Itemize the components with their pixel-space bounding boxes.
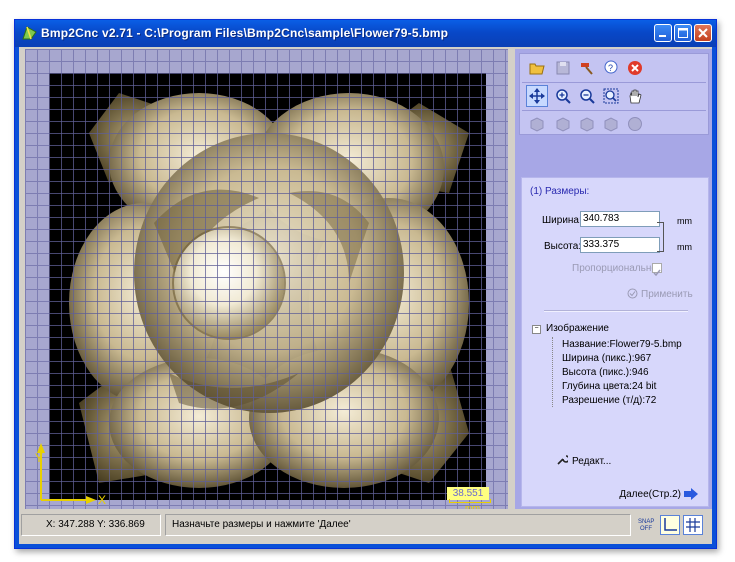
view4-button[interactable] [600, 113, 622, 135]
view3-button[interactable] [576, 113, 598, 135]
arrow-right-icon [684, 488, 698, 500]
open-button[interactable] [526, 57, 548, 79]
scale-unit: mm [465, 503, 480, 509]
edit-label: Редакт... [572, 456, 612, 467]
tree-connector [552, 337, 554, 407]
snap-toggle[interactable]: SNAP OFF [637, 515, 657, 535]
width-field[interactable]: 340.783 [580, 211, 660, 227]
close-red-icon [628, 61, 642, 75]
axes-icon [664, 518, 677, 531]
toolbar-divider [522, 82, 706, 83]
close-icon [698, 28, 708, 38]
toolbar-divider [522, 110, 706, 111]
hammer-icon [581, 63, 593, 75]
cube-view3-icon [580, 117, 594, 132]
pan-hand-icon [629, 89, 642, 104]
window-frame-bottom [15, 544, 716, 548]
minimize-icon [659, 35, 666, 37]
svg-text:?: ? [608, 63, 613, 73]
axis-x-label: X [98, 493, 107, 507]
next-button[interactable]: Далее(Стр.2) [619, 488, 698, 500]
tree-item-resolution: Разрешение (т/д):72 [562, 395, 657, 406]
tools-button[interactable] [576, 57, 598, 79]
maximize-button[interactable] [674, 24, 692, 42]
section-title: (1) Размеры: [530, 186, 590, 197]
grid-toggle[interactable] [683, 515, 703, 535]
save-icon [556, 61, 570, 75]
sphere-icon [628, 117, 642, 131]
save-button[interactable] [552, 57, 574, 79]
toolbar: ? [519, 53, 709, 135]
cube-view4-icon [604, 117, 618, 132]
app-window: Bmp2Cnc v2.71 - C:\Program Files\Bmp2Cnc… [14, 19, 717, 549]
window-frame-right [712, 47, 716, 548]
tree-root[interactable]: − Изображение [532, 323, 609, 334]
image-canvas[interactable]: Y X 38.551 mm [25, 49, 508, 509]
properties-panel: (1) Размеры: Ширина: 340.783 mm Высота: … [521, 177, 709, 507]
window-frame-left [15, 47, 19, 548]
axis-indicator [37, 443, 96, 504]
proportional-label: Пропорционально [572, 263, 657, 274]
render-button[interactable] [624, 113, 646, 135]
width-unit: mm [677, 216, 692, 226]
title-bar[interactable]: Bmp2Cnc v2.71 - C:\Program Files\Bmp2Cnc… [15, 20, 716, 47]
move-tool[interactable] [526, 85, 548, 107]
height-unit: mm [677, 242, 692, 252]
pan-tool[interactable] [624, 85, 646, 107]
proportional-checkbox[interactable] [652, 263, 662, 277]
side-panel: ? (1) Размеры: Ширина: 340.783 mm Высота… [515, 49, 712, 509]
grid-icon [686, 518, 700, 532]
axes-toggle[interactable] [660, 515, 680, 535]
view1-button[interactable] [526, 113, 548, 135]
zoom-fit-icon [603, 88, 619, 104]
help-icon: ? [604, 60, 618, 74]
window-title: Bmp2Cnc v2.71 - C:\Program Files\Bmp2Cnc… [41, 26, 449, 40]
width-label: Ширина: [542, 215, 582, 226]
view2-button[interactable] [552, 113, 574, 135]
apply-label: Применить [641, 289, 693, 300]
wrench-icon [557, 455, 570, 465]
svg-text:SNAP: SNAP [638, 519, 654, 525]
next-label: Далее(Стр.2) [619, 488, 681, 500]
tree-root-label: Изображение [546, 323, 609, 334]
checkmark-icon [653, 269, 661, 277]
move-icon [529, 88, 545, 104]
snap-off-icon: SNAPOFF [638, 519, 654, 532]
image-info-tree: − Изображение Название:Flower79-5.bmp Шир… [532, 323, 702, 443]
tree-item-width: Ширина (пикс.):967 [562, 353, 652, 364]
close-button[interactable] [694, 24, 712, 42]
collapse-icon[interactable]: − [532, 325, 541, 334]
status-coords: X: 347.288 Y: 336.869 [21, 514, 161, 536]
zoom-in-icon [556, 89, 571, 104]
maximize-icon [678, 28, 688, 38]
open-folder-icon [529, 63, 545, 75]
tree-item-height: Высота (пикс.):946 [562, 367, 649, 378]
height-label: Высота: [544, 241, 582, 252]
proportion-bracket [657, 222, 664, 252]
zoom-in-tool[interactable] [552, 85, 574, 107]
axis-y-label: Y [35, 451, 44, 465]
svg-text:OFF: OFF [640, 526, 652, 532]
cube-view1-icon [530, 117, 544, 132]
tree-item-name: Название:Flower79-5.bmp [562, 339, 682, 350]
status-bar: X: 347.288 Y: 336.869 Назначьте размеры … [21, 514, 710, 539]
section-divider [544, 310, 688, 312]
apply-icon [627, 288, 638, 299]
status-icons: SNAP OFF [637, 514, 707, 536]
app-icon [22, 26, 37, 40]
cube-view2-icon [556, 117, 570, 132]
status-message: Назначьте размеры и нажмите 'Далее' [165, 514, 631, 536]
tree-item-depth: Глубина цвета:24 bit [562, 381, 657, 392]
height-field[interactable]: 333.375 [580, 237, 660, 253]
zoom-out-icon [580, 89, 595, 104]
zoom-out-tool[interactable] [576, 85, 598, 107]
minimize-button[interactable] [654, 24, 672, 42]
help-button[interactable]: ? [600, 57, 622, 79]
exit-button[interactable] [624, 57, 646, 79]
zoom-fit-tool[interactable] [600, 85, 622, 107]
apply-button[interactable]: Применить [627, 288, 693, 300]
edit-button[interactable]: Редакт... [556, 454, 611, 467]
